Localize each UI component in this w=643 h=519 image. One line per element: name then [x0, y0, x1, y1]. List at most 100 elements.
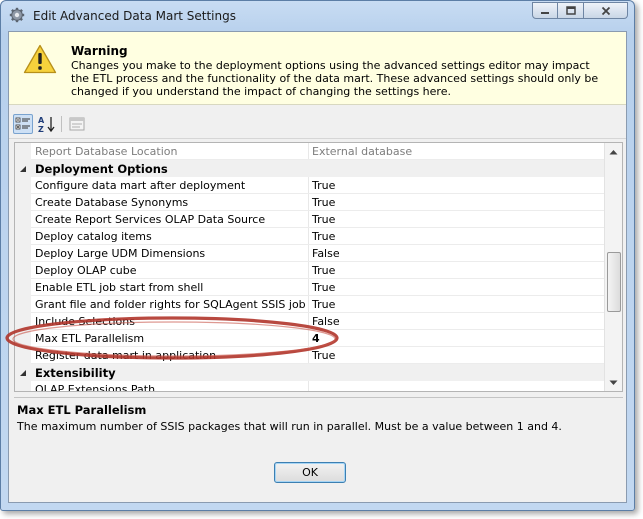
- property-value-cell[interactable]: True: [308, 279, 606, 296]
- grid-row[interactable]: Register data mart in application True: [15, 347, 605, 364]
- minimize-button[interactable]: [532, 2, 558, 19]
- scroll-up-icon: [609, 149, 618, 154]
- property-value-cell[interactable]: True: [308, 228, 606, 245]
- scroll-thumb[interactable]: [607, 252, 621, 312]
- property-value-cell[interactable]: True: [308, 194, 606, 211]
- property-grid[interactable]: Report Database Location External databas…: [14, 142, 623, 392]
- grid-row[interactable]: OLAP Extensions Path: [15, 381, 606, 392]
- property-toolbar: A Z: [9, 110, 626, 139]
- grid-category[interactable]: Extensibility: [15, 364, 605, 381]
- property-value-cell[interactable]: True: [308, 347, 606, 364]
- property-pages-icon: [69, 117, 85, 131]
- categorized-view-icon: [15, 117, 30, 130]
- property-name: OLAP Extensions Path: [35, 383, 156, 392]
- row-margin: [15, 347, 31, 364]
- row-margin: [15, 194, 31, 211]
- grid-row[interactable]: Enable ETL job start from shell True: [15, 279, 605, 296]
- property-value-cell[interactable]: True: [308, 296, 606, 313]
- property-value: External database: [312, 145, 413, 158]
- minimize-icon: [541, 11, 549, 14]
- window-controls: [532, 2, 628, 19]
- property-name: Deploy OLAP cube: [35, 264, 137, 277]
- property-value-cell[interactable]: True: [308, 211, 606, 228]
- scroll-down-button[interactable]: [605, 374, 622, 391]
- dialog-window: Edit Advanced Data Mart Settings Warning…: [0, 0, 635, 511]
- property-value-cell[interactable]: True: [308, 262, 606, 279]
- property-value-cell[interactable]: True: [308, 177, 606, 194]
- property-value: True: [312, 281, 336, 294]
- property-name: Enable ETL job start from shell: [35, 281, 204, 294]
- svg-text:A: A: [38, 116, 45, 125]
- property-name: Grant file and folder rights for SQLAgen…: [35, 298, 306, 311]
- title-bar[interactable]: Edit Advanced Data Mart Settings: [1, 1, 634, 31]
- row-margin: [15, 245, 31, 262]
- row-margin: [15, 296, 31, 313]
- category-label: Extensibility: [35, 366, 116, 380]
- property-value: True: [312, 179, 336, 192]
- description-text: The maximum number of SSIS packages that…: [17, 420, 562, 433]
- property-value: 4: [312, 332, 320, 345]
- grid-row[interactable]: Deploy Large UDM Dimensions False: [15, 245, 605, 262]
- row-margin: [15, 262, 31, 279]
- categorized-view-button[interactable]: [13, 114, 33, 134]
- scroll-down-icon: [609, 380, 618, 385]
- row-margin: [15, 143, 31, 160]
- row-margin: [15, 330, 31, 347]
- property-value-cell[interactable]: External database: [308, 143, 606, 160]
- alphabetical-sort-button[interactable]: A Z: [36, 114, 56, 134]
- category-label: Deployment Options: [35, 162, 168, 176]
- property-name: Include Selections: [35, 315, 135, 328]
- property-name: Create Database Synonyms: [35, 196, 189, 209]
- row-margin: [15, 279, 31, 296]
- property-name: Configure data mart after deployment: [35, 179, 246, 192]
- grid-category[interactable]: Deployment Options: [15, 160, 605, 177]
- close-icon: [601, 6, 610, 15]
- toolbar-separator: [61, 116, 62, 132]
- row-margin: [15, 313, 31, 330]
- collapse-triangle-icon[interactable]: [19, 165, 27, 173]
- collapse-triangle-icon[interactable]: [19, 369, 27, 377]
- grid-row[interactable]: Create Report Services OLAP Data Source T…: [15, 211, 605, 228]
- grid-row-selected[interactable]: Max ETL Parallelism 4: [15, 330, 605, 347]
- gear-icon: [9, 7, 25, 23]
- property-pages-button[interactable]: [67, 114, 87, 134]
- grid-row[interactable]: Report Database Location External databas…: [15, 143, 605, 160]
- alphabetical-sort-icon: A Z: [38, 116, 55, 133]
- ok-button[interactable]: OK: [274, 462, 346, 483]
- property-name: Deploy catalog items: [35, 230, 152, 243]
- description-panel: Max ETL Parallelism The maximum number o…: [14, 397, 623, 460]
- property-name: Deploy Large UDM Dimensions: [35, 247, 206, 260]
- scroll-up-button[interactable]: [605, 143, 622, 160]
- warning-title: Warning: [71, 44, 128, 58]
- grid-row[interactable]: Deploy catalog items True: [15, 228, 605, 245]
- property-value: False: [312, 247, 340, 260]
- grid-row[interactable]: Grant file and folder rights for SQLAgen…: [15, 296, 605, 313]
- warning-panel: Warning Changes you make to the deployme…: [9, 32, 626, 105]
- svg-text:Z: Z: [38, 125, 44, 133]
- grid-row[interactable]: Include Selections False: [15, 313, 605, 330]
- property-value: True: [312, 230, 336, 243]
- property-value-cell[interactable]: False: [308, 245, 606, 262]
- grid-row[interactable]: Configure data mart after deployment True: [15, 177, 605, 194]
- warning-triangle-icon: [23, 44, 57, 74]
- property-name: Report Database Location: [35, 145, 178, 158]
- property-value: True: [312, 349, 336, 362]
- close-button[interactable]: [584, 2, 628, 19]
- row-margin: [15, 228, 31, 245]
- property-value: True: [312, 213, 336, 226]
- maximize-button[interactable]: [558, 2, 584, 19]
- grid-row[interactable]: Deploy OLAP cube True: [15, 262, 605, 279]
- property-value: False: [312, 315, 340, 328]
- property-name: Max ETL Parallelism: [35, 332, 145, 345]
- description-title: Max ETL Parallelism: [17, 403, 147, 417]
- window-title: Edit Advanced Data Mart Settings: [33, 9, 236, 23]
- property-value-cell[interactable]: False: [308, 313, 606, 330]
- property-value-cell[interactable]: [308, 381, 606, 391]
- property-name: Register data mart in application: [35, 349, 217, 362]
- grid-row[interactable]: Create Database Synonyms True: [15, 194, 605, 211]
- row-margin: [15, 177, 31, 194]
- property-value-cell[interactable]: 4: [308, 330, 606, 347]
- property-grid-scrollbar[interactable]: [604, 143, 622, 391]
- property-value: True: [312, 298, 336, 311]
- property-name: Create Report Services OLAP Data Source: [35, 213, 266, 226]
